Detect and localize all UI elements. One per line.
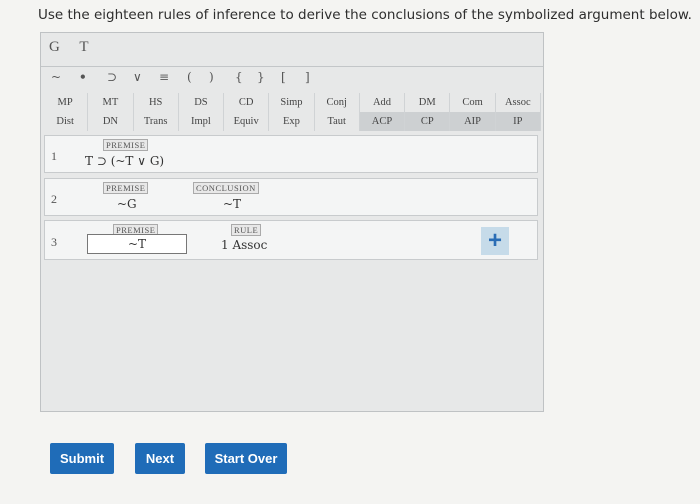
proof-line-2[interactable]: 2 PREMISE ~G CONCLUSION ~T [44, 178, 538, 216]
variable-list: G T [49, 39, 104, 56]
conclusion: ~T [223, 197, 242, 211]
symbol-horseshoe[interactable]: ⊃ [107, 70, 117, 84]
rule-ACP[interactable]: ACP [359, 112, 406, 131]
next-button[interactable]: Next [135, 443, 185, 474]
symbol-left-bracket[interactable]: [ [281, 70, 286, 84]
rule-Com[interactable]: Com [450, 93, 496, 112]
rule-input[interactable]: 1 Assoc [221, 238, 267, 252]
rule-Impl[interactable]: Impl [179, 112, 225, 131]
formula: ~G [117, 197, 137, 211]
rules-row-2: Dist DN Trans Impl Equiv Exp Taut ACP CP… [43, 112, 541, 131]
variable-G[interactable]: G [49, 39, 61, 55]
symbol-left-paren[interactable]: ( [187, 70, 192, 84]
symbol-wedge[interactable]: ∨ [133, 70, 142, 84]
conclusion-tag: CONCLUSION [193, 182, 259, 194]
rule-CD[interactable]: CD [224, 93, 270, 112]
rule-MP[interactable]: MP [43, 93, 89, 112]
rule-Equiv[interactable]: Equiv [224, 112, 270, 131]
divider [41, 66, 543, 67]
submit-button[interactable]: Submit [50, 443, 114, 474]
premise-tag: PREMISE [103, 139, 149, 151]
formula-input[interactable]: ~T [87, 234, 187, 254]
variable-T[interactable]: T [79, 39, 89, 55]
rules-grid: MP MT HS DS CD Simp Conj Add DM Com Asso… [43, 93, 541, 131]
line-number: 3 [51, 235, 57, 249]
line-number: 2 [51, 192, 57, 206]
rules-row-1: MP MT HS DS CD Simp Conj Add DM Com Asso… [43, 93, 541, 112]
rule-MT[interactable]: MT [88, 93, 134, 112]
rule-Add[interactable]: Add [360, 93, 406, 112]
rule-DN[interactable]: DN [88, 112, 134, 131]
rule-Conj[interactable]: Conj [315, 93, 360, 112]
rule-HS[interactable]: HS [134, 93, 179, 112]
rule-AIP[interactable]: AIP [450, 112, 496, 131]
rule-DS[interactable]: DS [179, 93, 225, 112]
rule-IP[interactable]: IP [495, 112, 541, 131]
rule-Simp[interactable]: Simp [269, 93, 315, 112]
symbol-left-brace[interactable]: { [235, 70, 243, 84]
rule-Assoc[interactable]: Assoc [496, 93, 541, 112]
rule-CP[interactable]: CP [405, 112, 451, 131]
rule-tag: RULE [231, 224, 262, 236]
proof-line-1[interactable]: 1 PREMISE T ⊃ (~T ∨ G) [44, 135, 538, 173]
rule-Taut[interactable]: Taut [315, 112, 360, 131]
rule-Exp[interactable]: Exp [269, 112, 315, 131]
proof-panel: G T ~ • ⊃ ∨ ≡ ( ) { } [ ] MP MT HS DS CD… [40, 32, 544, 412]
rule-Trans[interactable]: Trans [134, 112, 179, 131]
symbol-dot[interactable]: • [79, 70, 87, 84]
rule-Dist[interactable]: Dist [43, 112, 89, 131]
symbol-right-bracket[interactable]: ] [305, 70, 310, 84]
symbol-right-brace[interactable]: } [257, 70, 265, 84]
formula: T ⊃ (~T ∨ G) [85, 154, 165, 168]
instruction-text: Use the eighteen rules of inference to d… [38, 7, 692, 23]
start-over-button[interactable]: Start Over [205, 443, 287, 474]
symbol-tilde[interactable]: ~ [51, 70, 61, 84]
premise-tag: PREMISE [103, 182, 149, 194]
symbol-triple-bar[interactable]: ≡ [159, 70, 169, 84]
rule-DM[interactable]: DM [405, 93, 451, 112]
line-number: 1 [51, 149, 57, 163]
add-line-button[interactable]: + [481, 227, 509, 255]
symbol-right-paren[interactable]: ) [209, 70, 214, 84]
proof-line-3[interactable]: 3 PREMISE ~T RULE 1 Assoc + [44, 220, 538, 260]
